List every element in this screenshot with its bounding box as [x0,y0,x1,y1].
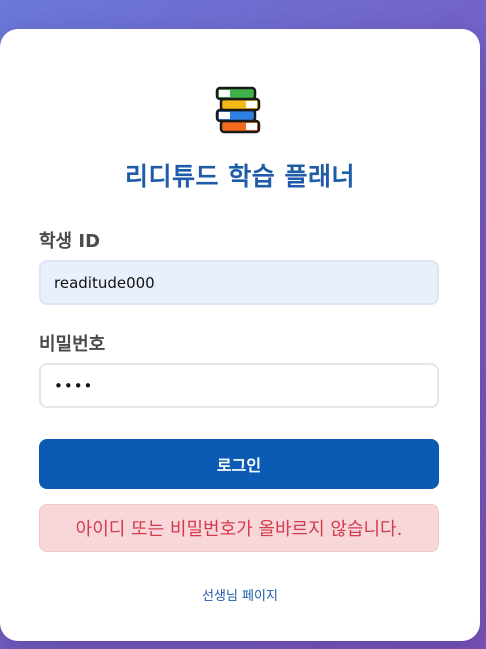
page-title: 리디튜드 학습 플래너 [125,162,355,191]
password-label: 비밀번호 [39,334,106,355]
error-message: 아이디 또는 비밀번호가 올바르지 않습니다. [75,519,403,540]
login-card: 리디튜드 학습 플래너 학생 ID 비밀번호 로그인 아이디 또는 비밀번호가 … [0,29,480,641]
student-id-label: 학생 ID [39,231,101,252]
error-alert: 아이디 또는 비밀번호가 올바르지 않습니다. [39,504,439,552]
books-stack-icon [215,86,261,134]
student-id-input[interactable] [39,260,439,305]
teacher-page-link[interactable]: 선생님 페이지 [0,585,480,604]
password-input[interactable] [39,363,439,408]
login-button[interactable]: 로그인 [39,439,439,489]
